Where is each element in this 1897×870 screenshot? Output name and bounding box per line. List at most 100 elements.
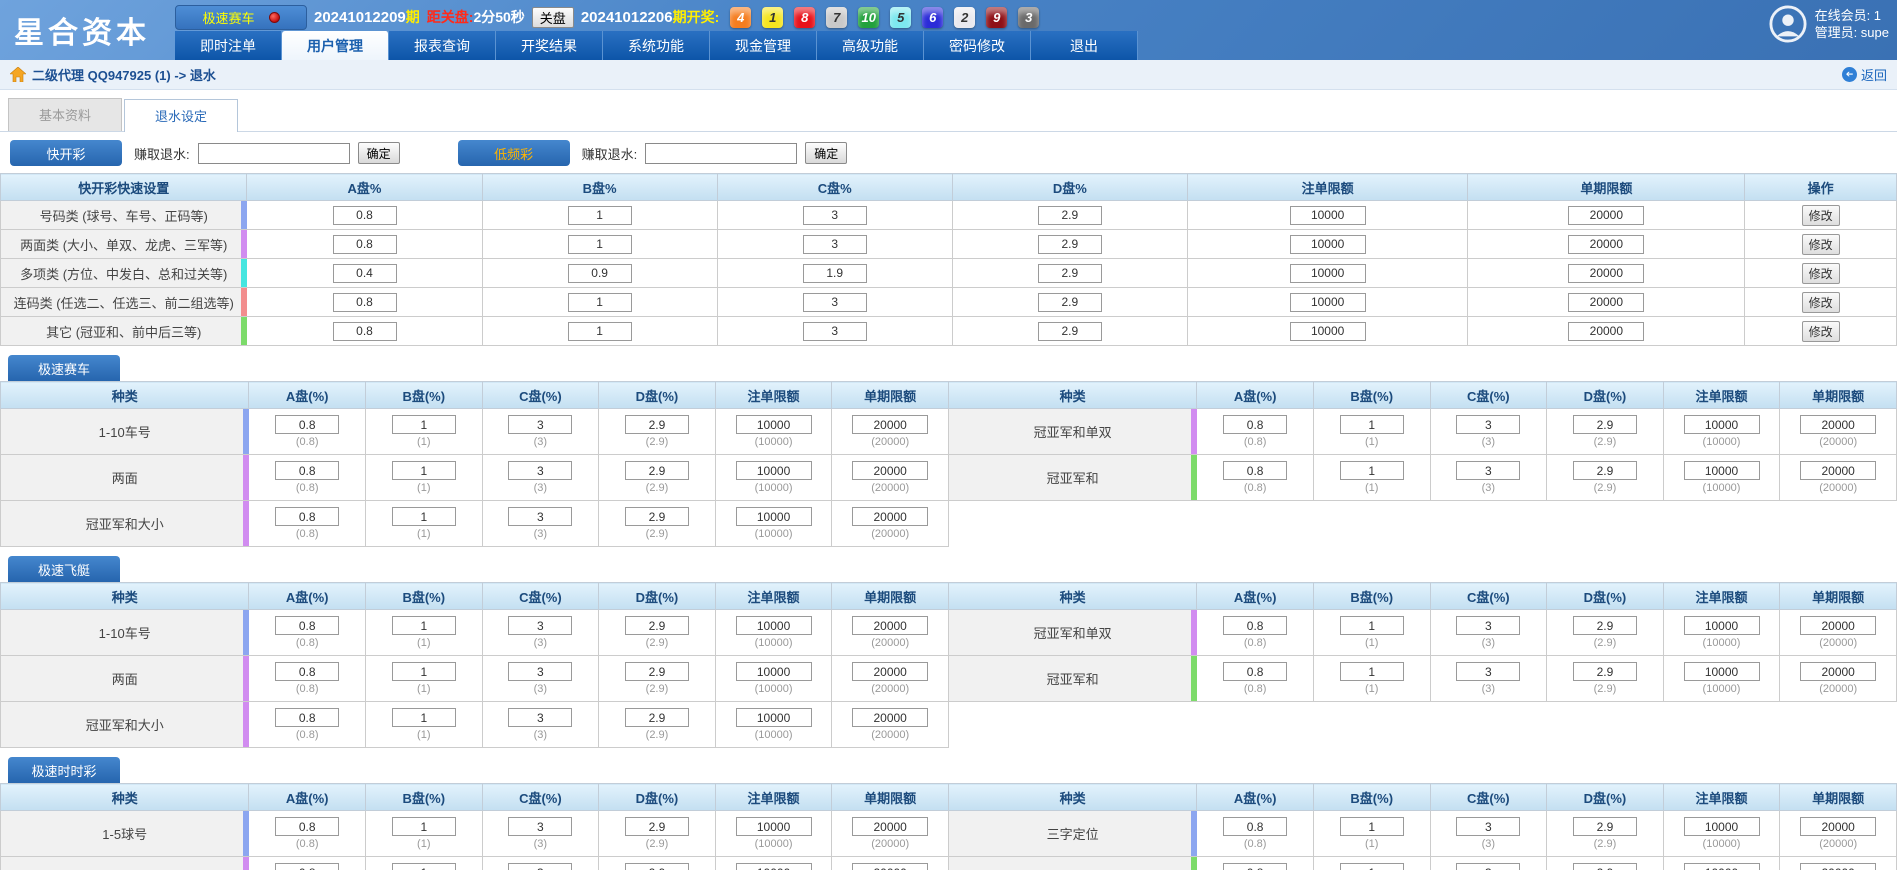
rate-input[interactable] [392, 863, 456, 870]
limit-input[interactable] [1684, 616, 1760, 635]
limit-input[interactable] [736, 662, 812, 681]
limit-input[interactable] [1684, 461, 1760, 480]
limit-input[interactable] [1290, 293, 1366, 312]
nav-item-0[interactable]: 即时注单 [175, 31, 282, 60]
rate-input[interactable] [1573, 461, 1637, 480]
rate-input[interactable] [625, 415, 689, 434]
limit-input[interactable] [736, 461, 812, 480]
rate-input[interactable] [803, 264, 867, 283]
rate-input[interactable] [1340, 863, 1404, 870]
tab-rebate-settings[interactable]: 退水设定 [124, 99, 238, 132]
rate-input[interactable] [1223, 415, 1287, 434]
nav-item-8[interactable]: 退出 [1031, 31, 1138, 60]
rate-input[interactable] [1456, 863, 1520, 870]
rebate-input-1[interactable] [645, 143, 797, 164]
limit-input[interactable] [1800, 616, 1876, 635]
limit-input[interactable] [736, 415, 812, 434]
limit-input[interactable] [1684, 817, 1760, 836]
rate-input[interactable] [1340, 817, 1404, 836]
rate-input[interactable] [275, 616, 339, 635]
rate-input[interactable] [1456, 662, 1520, 681]
rate-input[interactable] [625, 817, 689, 836]
limit-input[interactable] [1290, 235, 1366, 254]
limit-input[interactable] [736, 863, 812, 870]
rate-input[interactable] [803, 206, 867, 225]
rate-input[interactable] [333, 322, 397, 341]
rate-input[interactable] [1573, 616, 1637, 635]
rate-input[interactable] [275, 461, 339, 480]
rate-input[interactable] [1223, 662, 1287, 681]
rate-input[interactable] [333, 293, 397, 312]
rate-input[interactable] [392, 507, 456, 526]
confirm-button-1[interactable]: 确定 [805, 142, 847, 164]
limit-input[interactable] [1290, 206, 1366, 225]
rate-input[interactable] [1456, 415, 1520, 434]
rate-input[interactable] [275, 817, 339, 836]
limit-input[interactable] [852, 708, 928, 727]
tab-basic-info[interactable]: 基本资料 [8, 98, 122, 131]
rate-input[interactable] [392, 461, 456, 480]
limit-input[interactable] [1800, 863, 1876, 870]
rate-input[interactable] [275, 708, 339, 727]
rate-input[interactable] [508, 708, 572, 727]
limit-input[interactable] [1290, 264, 1366, 283]
rate-input[interactable] [1340, 461, 1404, 480]
rate-input[interactable] [625, 507, 689, 526]
rate-input[interactable] [568, 293, 632, 312]
rate-input[interactable] [508, 817, 572, 836]
rate-input[interactable] [1223, 863, 1287, 870]
limit-input[interactable] [1800, 461, 1876, 480]
limit-input[interactable] [1568, 293, 1644, 312]
filter-group-button-1[interactable]: 低频彩 [458, 140, 570, 166]
nav-item-7[interactable]: 密码修改 [924, 31, 1031, 60]
limit-input[interactable] [852, 817, 928, 836]
rate-input[interactable] [508, 863, 572, 870]
limit-input[interactable] [852, 461, 928, 480]
rate-input[interactable] [333, 264, 397, 283]
game-select-dropdown[interactable]: 极速赛车 [175, 5, 307, 30]
filter-group-button-0[interactable]: 快开彩 [10, 140, 122, 166]
close-market-button[interactable]: 关盘 [532, 7, 574, 28]
rate-input[interactable] [275, 415, 339, 434]
rate-input[interactable] [803, 322, 867, 341]
limit-input[interactable] [736, 507, 812, 526]
rate-input[interactable] [568, 235, 632, 254]
rate-input[interactable] [803, 235, 867, 254]
limit-input[interactable] [1684, 863, 1760, 870]
nav-item-1[interactable]: 用户管理 [282, 31, 389, 60]
limit-input[interactable] [1568, 235, 1644, 254]
rate-input[interactable] [1038, 264, 1102, 283]
limit-input[interactable] [1568, 264, 1644, 283]
section-title-button-1[interactable]: 极速飞艇 [8, 556, 120, 582]
limit-input[interactable] [1684, 415, 1760, 434]
section-title-button-0[interactable]: 极速赛车 [8, 355, 120, 381]
rate-input[interactable] [392, 817, 456, 836]
rate-input[interactable] [392, 616, 456, 635]
rate-input[interactable] [508, 616, 572, 635]
limit-input[interactable] [852, 662, 928, 681]
rate-input[interactable] [1340, 616, 1404, 635]
rate-input[interactable] [1340, 662, 1404, 681]
confirm-button-0[interactable]: 确定 [358, 142, 400, 164]
rate-input[interactable] [625, 708, 689, 727]
rate-input[interactable] [1038, 235, 1102, 254]
limit-input[interactable] [1290, 322, 1366, 341]
limit-input[interactable] [736, 616, 812, 635]
rate-input[interactable] [1573, 863, 1637, 870]
rate-input[interactable] [275, 863, 339, 870]
modify-button[interactable]: 修改 [1802, 234, 1840, 255]
rate-input[interactable] [568, 264, 632, 283]
limit-input[interactable] [852, 616, 928, 635]
limit-input[interactable] [852, 507, 928, 526]
rate-input[interactable] [508, 507, 572, 526]
limit-input[interactable] [852, 863, 928, 870]
rate-input[interactable] [333, 235, 397, 254]
rate-input[interactable] [625, 662, 689, 681]
limit-input[interactable] [1684, 662, 1760, 681]
rate-input[interactable] [568, 206, 632, 225]
limit-input[interactable] [1800, 415, 1876, 434]
rate-input[interactable] [1456, 461, 1520, 480]
rate-input[interactable] [1340, 415, 1404, 434]
limit-input[interactable] [736, 708, 812, 727]
rate-input[interactable] [1456, 817, 1520, 836]
